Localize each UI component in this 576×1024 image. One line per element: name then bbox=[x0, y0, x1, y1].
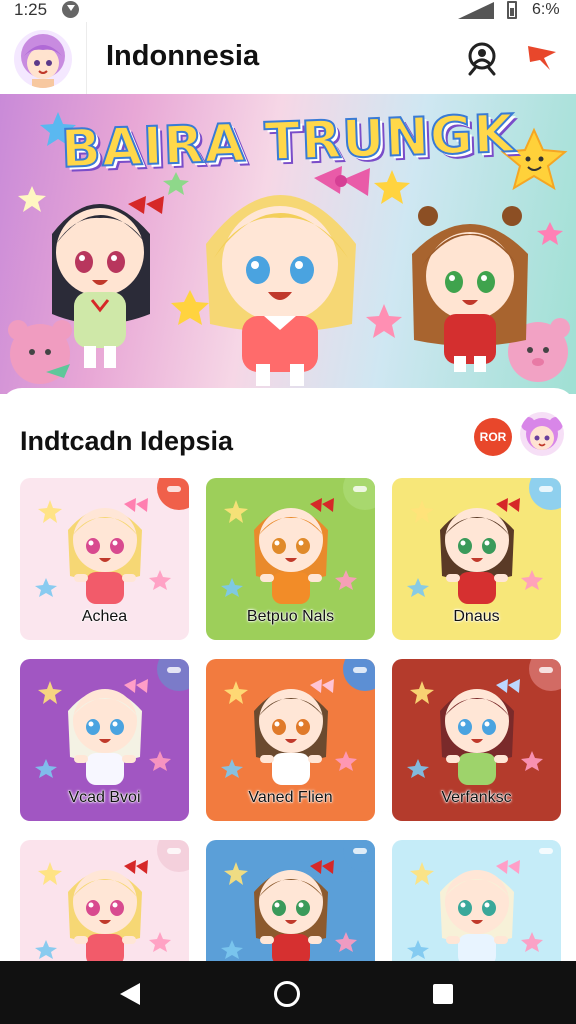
status-time: 1:25 bbox=[14, 0, 48, 19]
signal-icon bbox=[458, 2, 494, 19]
status-bar: 1:25 6:% bbox=[0, 0, 576, 22]
search-person-icon[interactable] bbox=[462, 38, 502, 78]
character-tile[interactable] bbox=[206, 840, 375, 961]
system-nav-bar bbox=[0, 961, 576, 1024]
section-avatar[interactable] bbox=[520, 412, 564, 456]
battery-percent: 6:% bbox=[532, 1, 560, 18]
home-icon[interactable] bbox=[274, 981, 300, 1007]
character-tile[interactable]: Dnaus bbox=[392, 478, 561, 640]
tile-label: Betpuo Nals bbox=[246, 608, 335, 626]
tile-label: Vcad Bvoi bbox=[68, 789, 141, 807]
app-bar: Indonnesia bbox=[0, 22, 576, 94]
battery-icon bbox=[507, 1, 517, 19]
content-card: Indtcadn Idepsia ROR Achea Betpuo Nals Dna… bbox=[0, 388, 576, 961]
character-tile[interactable]: Vcad Bvoi bbox=[20, 659, 189, 821]
badge-icon[interactable]: ROR bbox=[474, 418, 512, 456]
character-tile[interactable]: Achea bbox=[20, 478, 189, 640]
download-icon bbox=[62, 1, 79, 18]
back-icon[interactable] bbox=[120, 983, 140, 1005]
character-tile[interactable]: Vaned Flien bbox=[206, 659, 375, 821]
tile-label: Achea bbox=[81, 608, 128, 626]
share-icon[interactable] bbox=[522, 36, 562, 76]
section-title: Indtcadn Idepsia bbox=[20, 426, 234, 456]
tile-label: Verfanksc bbox=[441, 789, 512, 807]
tile-label: Dnaus bbox=[453, 608, 500, 626]
hero-banner[interactable]: BAIRA TRUNGK bbox=[0, 94, 576, 394]
page-title: Indonnesia bbox=[106, 40, 260, 72]
character-tile[interactable]: Verfanksc bbox=[392, 659, 561, 821]
character-tile[interactable]: Betpuo Nals bbox=[206, 478, 375, 640]
character-tile[interactable] bbox=[392, 840, 561, 961]
avatar[interactable] bbox=[14, 30, 72, 88]
tile-label: Vaned Flien bbox=[248, 789, 333, 807]
app-bar-divider bbox=[86, 22, 87, 94]
recents-icon[interactable] bbox=[433, 984, 453, 1004]
character-tile[interactable] bbox=[20, 840, 189, 961]
